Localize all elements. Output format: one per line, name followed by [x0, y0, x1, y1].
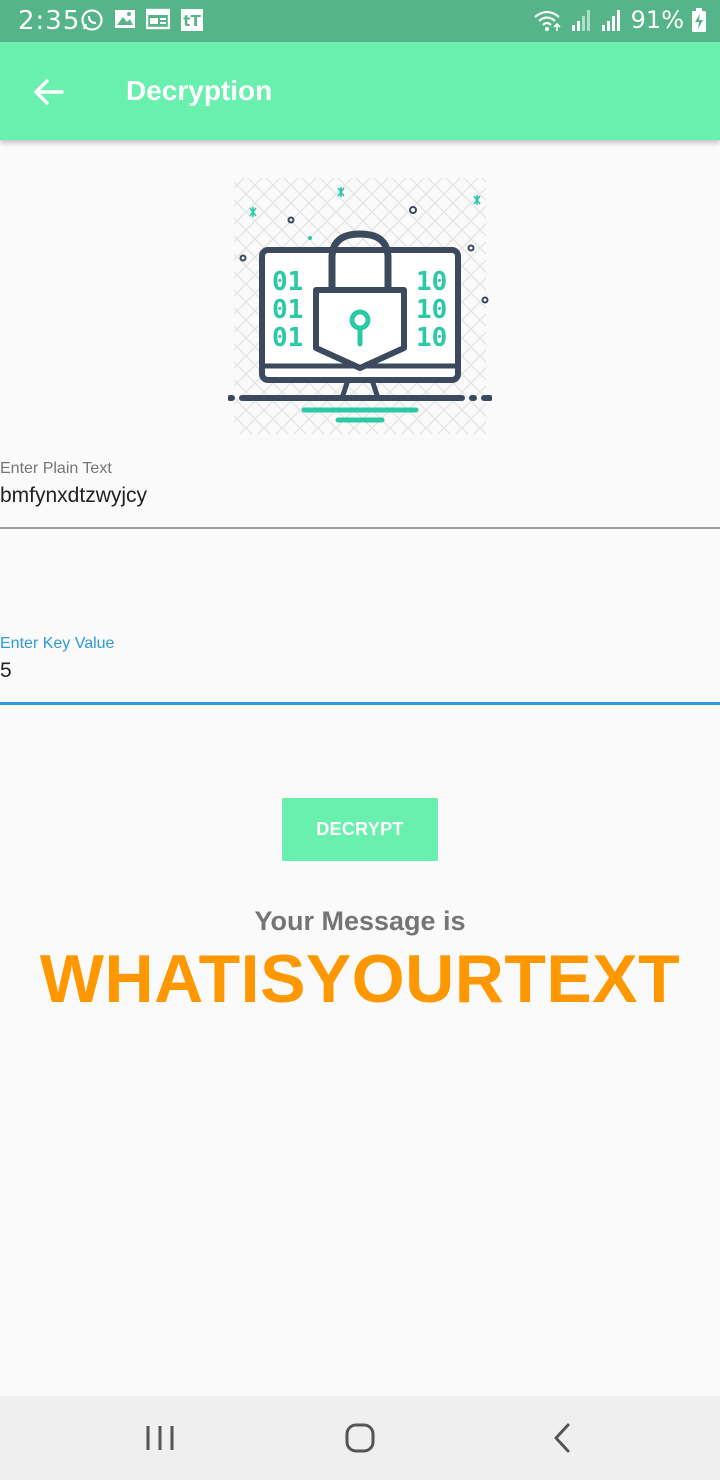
- binary-text: 10: [416, 295, 447, 325]
- signal-icon: [571, 10, 590, 31]
- wifi-icon: [533, 10, 561, 31]
- navigation-bar: [0, 1396, 720, 1480]
- nav-back-icon: [554, 1423, 570, 1453]
- svg-text:tT: tT: [183, 12, 201, 30]
- nav-back-button[interactable]: [540, 1416, 584, 1460]
- key-value-label: Enter Key Value: [0, 635, 115, 652]
- app-bar: Decryption: [0, 42, 720, 140]
- decrypted-message: WHATISYOURTEXT: [39, 941, 681, 1017]
- recents-button[interactable]: [138, 1416, 182, 1460]
- battery-charging-icon: [692, 8, 706, 32]
- binary-text: 01: [272, 323, 303, 353]
- message-heading: Your Message is: [254, 906, 466, 936]
- signal-icon: [601, 10, 620, 31]
- home-icon: [345, 1423, 375, 1453]
- key-value-underline: [0, 702, 720, 705]
- binary-text: 01: [272, 295, 303, 325]
- battery-text: 91%: [630, 6, 684, 34]
- status-time: 2:35: [18, 6, 81, 36]
- key-value-field[interactable]: Enter Key Value 5: [0, 630, 720, 706]
- plain-text-underline: [0, 527, 720, 529]
- plain-text-field[interactable]: Enter Plain Text bmfynxdtzwyjcy: [0, 455, 720, 530]
- plain-text-label: Enter Plain Text: [0, 460, 112, 477]
- page-title: Decryption: [126, 75, 273, 106]
- notification-icons: tT: [80, 8, 204, 32]
- decrypt-button[interactable]: DECRYPT: [282, 798, 438, 861]
- binary-text: 10: [416, 267, 447, 297]
- home-button[interactable]: [338, 1416, 382, 1460]
- status-bar: 2:35 tT 91%: [0, 0, 720, 42]
- recents-icon: [146, 1426, 174, 1450]
- gallery-icon: [115, 10, 135, 28]
- tt-icon: tT: [181, 9, 203, 31]
- status-right: 91%: [533, 6, 706, 34]
- whatsapp-icon: [81, 9, 103, 31]
- arrow-back-icon: [34, 79, 64, 105]
- calendar-icon: [146, 8, 170, 30]
- lock-laptop-icon: 01 01 01 10 10 10: [228, 178, 492, 434]
- key-value-input[interactable]: 5: [0, 659, 12, 683]
- back-button[interactable]: [20, 67, 76, 117]
- plain-text-input[interactable]: bmfynxdtzwyjcy: [0, 484, 147, 508]
- binary-text: 10: [416, 323, 447, 353]
- binary-text: 01: [272, 267, 303, 297]
